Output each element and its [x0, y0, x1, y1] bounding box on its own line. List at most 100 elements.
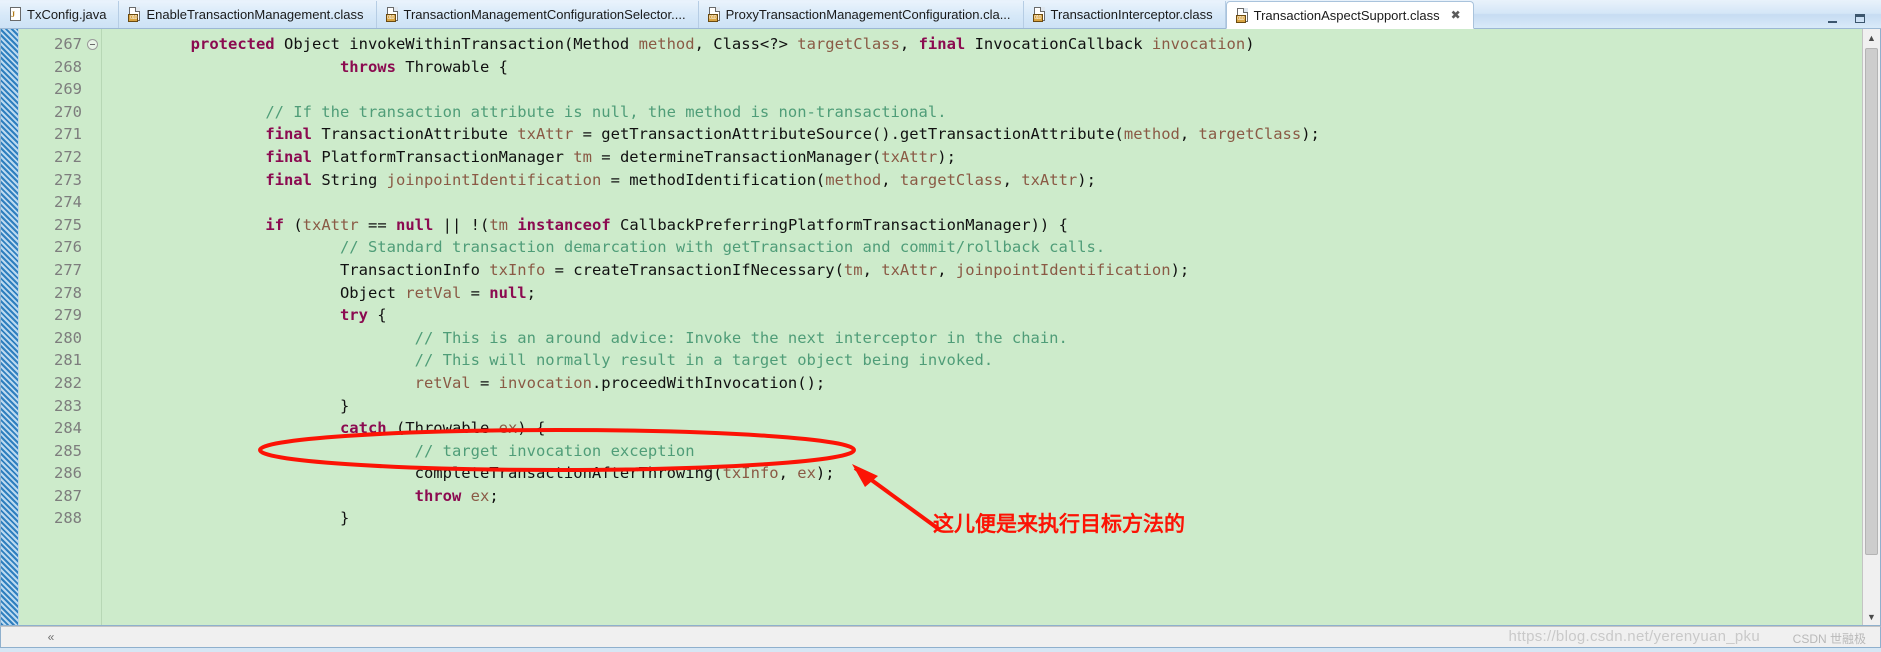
line-number: 272	[54, 147, 82, 166]
vertical-scrollbar[interactable]: ▲ ▼	[1862, 29, 1880, 625]
code-token: try	[339, 306, 368, 325]
code-token: ,	[1002, 170, 1022, 189]
code-token: ,	[1179, 125, 1199, 144]
line-number: 277	[54, 260, 82, 279]
code-line[interactable]: throw ex;	[116, 485, 1880, 508]
code-token: txAttr	[1021, 170, 1078, 189]
folding-column[interactable]	[87, 29, 102, 625]
code-line[interactable]: try {	[116, 304, 1880, 327]
annotation-ruler[interactable]	[1, 29, 19, 625]
code-token: completeTransactionAfterThrowing(	[414, 464, 723, 483]
code-token: txInfo	[722, 464, 779, 483]
code-token: ex	[498, 419, 518, 438]
code-token: // This is an around advice: Invoke the …	[414, 328, 1068, 347]
horizontal-scrollbar[interactable]: « https://blog.csdn.net/yerenyuan_pku CS…	[0, 626, 1881, 648]
code-line[interactable]: if (txAttr == null || !(tm instanceof Ca…	[116, 214, 1880, 237]
vertical-scrollbar-thumb[interactable]	[1865, 48, 1878, 555]
class-file-icon: 010	[707, 7, 721, 22]
code-line[interactable]: // This is an around advice: Invoke the …	[116, 327, 1880, 350]
code-token: ,	[899, 35, 919, 53]
minimize-icon[interactable]	[1827, 13, 1840, 25]
line-number: 288	[54, 509, 82, 528]
line-number: 269	[54, 80, 82, 99]
code-line[interactable]: final PlatformTransactionManager tm = de…	[116, 146, 1880, 169]
code-line[interactable]: final TransactionAttribute txAttr = getT…	[116, 123, 1880, 146]
code-line[interactable]: catch (Throwable ex) {	[116, 417, 1880, 440]
line-number: 286	[54, 464, 82, 483]
code-line[interactable]: Object retVal = null;	[116, 282, 1880, 305]
code-token: TransactionAttribute	[311, 125, 518, 144]
code-line[interactable]: throws Throwable {	[116, 56, 1880, 79]
scroll-up-icon[interactable]: ▲	[1863, 29, 1880, 46]
close-icon[interactable]: ✖	[1451, 8, 1461, 22]
code-line[interactable]: final String joinpointIdentification = m…	[116, 169, 1880, 192]
line-number-gutter: 267 268 269 270 271 272 273 274 275 276 277 278 279 2…	[19, 29, 98, 625]
code-token: ;	[526, 283, 536, 302]
code-token: targetClass	[899, 170, 1003, 189]
code-line[interactable]: }	[116, 395, 1880, 418]
editor-tab-txconfig[interactable]: J TxConfig.java	[0, 1, 120, 28]
code-token: ;	[489, 486, 499, 505]
watermark-brand: CSDN 世融极	[1792, 632, 1866, 646]
maximize-icon[interactable]	[1854, 13, 1867, 25]
line-number: 270	[54, 102, 82, 121]
code-token: tm	[573, 147, 592, 166]
editor-tab-enabletransactionmanagement[interactable]: 010 EnableTransactionManagement.class	[119, 1, 377, 28]
code-token: final	[265, 125, 312, 144]
code-token: invocation	[1151, 35, 1246, 53]
code-line[interactable]: completeTransactionAfterThrowing(txInfo,…	[116, 462, 1880, 485]
code-token: txAttr	[881, 260, 938, 279]
code-token: );	[937, 147, 956, 166]
code-token: txInfo	[489, 260, 546, 279]
editor-tab-proxytransactionmanagementconfiguration[interactable]: 010 ProxyTransactionManagementConfigurat…	[698, 1, 1024, 28]
editor-tab-transactioninterceptor[interactable]: 010 TransactionInterceptor.class	[1023, 1, 1226, 28]
watermark-url: https://blog.csdn.net/yerenyuan_pku	[1508, 628, 1760, 645]
code-line[interactable]: protected Object invokeWithinTransaction…	[116, 33, 1880, 56]
scroll-left-icon[interactable]: «	[41, 627, 61, 647]
code-line[interactable]: // This will normally result in a target…	[116, 349, 1880, 372]
line-number: 283	[54, 396, 82, 415]
code-line[interactable]	[116, 78, 1880, 101]
line-number: 284	[54, 419, 82, 438]
code-token: Object invokeWithinTransaction(Method	[274, 35, 639, 53]
code-token: // Standard transaction demarcation with…	[339, 238, 1106, 257]
code-token: invocation	[498, 373, 592, 392]
code-token: txAttr	[517, 125, 574, 144]
code-line[interactable]: TransactionInfo txInfo = createTransacti…	[116, 259, 1880, 282]
code-line[interactable]	[116, 191, 1880, 214]
code-token: .proceedWithInvocation();	[591, 373, 826, 392]
code-token: // If the transaction attribute is null,…	[265, 102, 947, 121]
scroll-down-icon[interactable]: ▼	[1863, 608, 1880, 625]
code-token: (	[283, 215, 303, 234]
code-token: =	[470, 373, 499, 392]
code-token: joinpointIdentification	[386, 170, 602, 189]
editor-tab-transactionaspectsupport[interactable]: 010 TransactionAspectSupport.class ✖	[1225, 1, 1474, 29]
class-file-icon: 010	[1235, 7, 1249, 23]
code-token: protected	[190, 35, 275, 53]
line-number: 287	[54, 486, 82, 505]
code-token: method	[825, 170, 882, 189]
code-line[interactable]: // target invocation exception	[116, 440, 1880, 463]
fold-collapse-icon[interactable]	[87, 39, 98, 50]
code-token: ,	[881, 170, 900, 189]
line-number: 273	[54, 170, 82, 189]
code-line[interactable]: // If the transaction attribute is null,…	[116, 101, 1880, 124]
code-token: retVal	[405, 283, 462, 302]
class-file-icon: 010	[1032, 7, 1046, 22]
source-code-text[interactable]: protected Object invokeWithinTransaction…	[102, 29, 1880, 530]
code-line[interactable]: // Standard transaction demarcation with…	[116, 236, 1880, 259]
code-line[interactable]: retVal = invocation.proceedWithInvocatio…	[116, 372, 1880, 395]
code-token: throws	[339, 57, 396, 76]
editor-tab-label: TransactionInterceptor.class	[1050, 7, 1213, 22]
editor-tab-transactionmanagementconfigurationselector[interactable]: 010 TransactionManagementConfigurationSe…	[376, 1, 699, 28]
line-number: 281	[54, 351, 82, 370]
annotation-note-text: 这儿便是来执行目标方法的	[933, 512, 1185, 536]
editor-tab-bar: J TxConfig.java 010 EnableTransactionMan…	[0, 0, 1881, 29]
